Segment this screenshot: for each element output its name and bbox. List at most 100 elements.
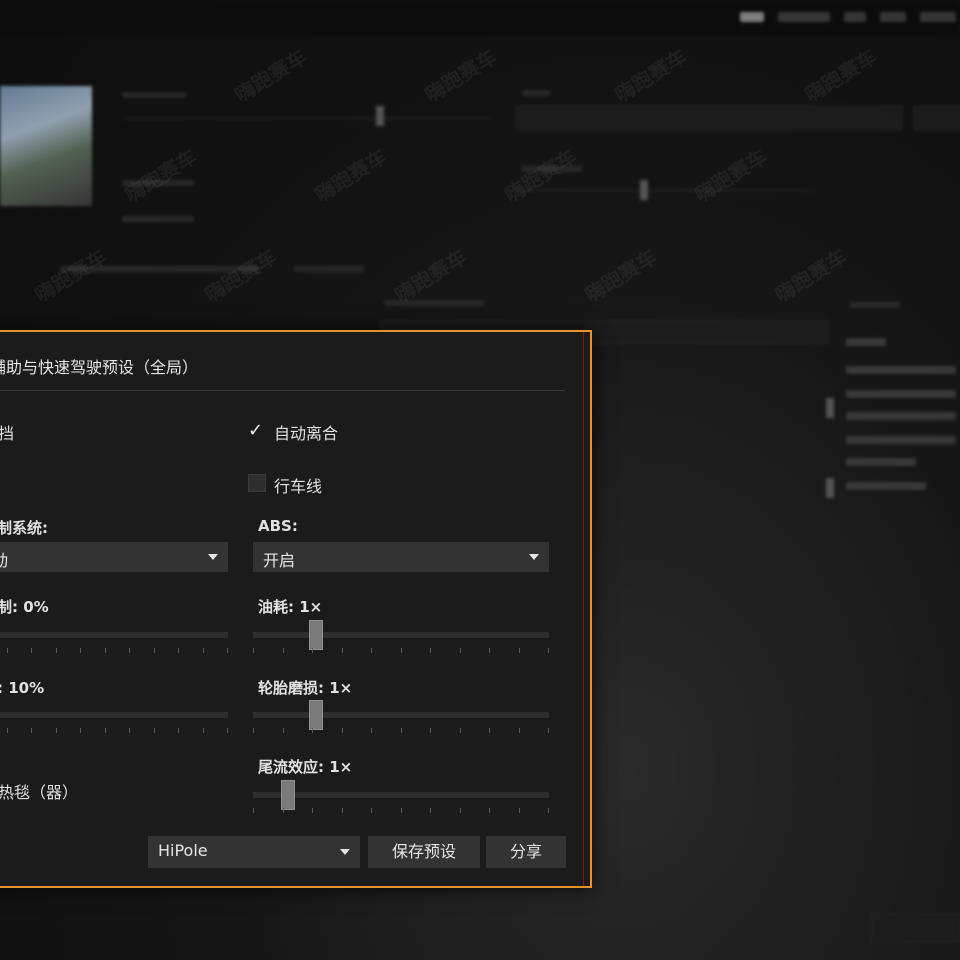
slider-tick bbox=[203, 648, 204, 653]
slider-tick bbox=[548, 808, 549, 813]
background-knob bbox=[640, 180, 648, 200]
damage-slider-track[interactable] bbox=[0, 712, 228, 718]
slider-tick bbox=[489, 808, 490, 813]
background-tab bbox=[920, 12, 956, 22]
background-list-item bbox=[846, 338, 886, 346]
slider-tick bbox=[253, 808, 254, 813]
fuel-slider-track[interactable] bbox=[253, 620, 549, 650]
background-label bbox=[294, 266, 364, 272]
background-divider bbox=[516, 190, 816, 191]
background-topbar bbox=[0, 0, 960, 36]
tyre-blankets-label[interactable]: 胎热毯（器） bbox=[0, 779, 78, 803]
background-knob bbox=[376, 106, 384, 126]
abs-label: ABS: bbox=[258, 517, 298, 535]
dialog-title: 辅助与快速驾驶预设（全局） bbox=[0, 358, 199, 377]
slider-tick bbox=[371, 808, 372, 813]
slider-tick bbox=[253, 648, 254, 653]
slider-tick bbox=[460, 648, 461, 653]
slider-tick bbox=[105, 648, 106, 653]
slider-tick bbox=[129, 728, 130, 733]
dialog-body: 辅助与快速驾驶预设（全局） 换挡 ✓ 自动离合 油 行车线 控制系统: ABS:… bbox=[0, 332, 584, 886]
slider-tick bbox=[253, 728, 254, 733]
slider-tick bbox=[460, 728, 461, 733]
slider-tick bbox=[342, 648, 343, 653]
slider-tick bbox=[519, 808, 520, 813]
slider-tick bbox=[519, 648, 520, 653]
slider-tick bbox=[430, 648, 431, 653]
stability-control-ticks bbox=[0, 648, 228, 656]
slider-tick bbox=[56, 728, 57, 733]
background-label bbox=[122, 216, 194, 222]
save-preset-button[interactable]: 保存预设 bbox=[368, 836, 480, 868]
slider-tick bbox=[80, 648, 81, 653]
slider-tick bbox=[371, 648, 372, 653]
traction-control-select[interactable]: 动 bbox=[0, 542, 228, 572]
screen: 嗨跑赛车 嗨跑赛车 嗨跑赛车 嗨跑赛车 嗨跑赛车 嗨跑赛车 嗨跑赛车 嗨跑赛车 … bbox=[0, 0, 960, 960]
driving-line-checkbox[interactable] bbox=[248, 474, 266, 492]
background-thumbnail bbox=[0, 86, 92, 206]
slider-tick bbox=[548, 648, 549, 653]
auto-clutch-checkmark-icon[interactable]: ✓ bbox=[248, 422, 263, 440]
slider-tick bbox=[371, 728, 372, 733]
slider-tick bbox=[7, 728, 8, 733]
background-field bbox=[870, 914, 960, 942]
slipstream-ticks bbox=[253, 808, 549, 816]
slider-tick bbox=[430, 728, 431, 733]
fuel-ticks bbox=[253, 648, 549, 656]
slider-tick bbox=[227, 728, 228, 733]
slider-tick bbox=[56, 648, 57, 653]
background-label bbox=[122, 180, 194, 186]
background-label bbox=[60, 266, 260, 272]
chevron-down-icon bbox=[529, 554, 539, 560]
slider-tick bbox=[154, 648, 155, 653]
background-list-item bbox=[846, 458, 916, 466]
slider-tick bbox=[283, 648, 284, 653]
slider-tick bbox=[178, 648, 179, 653]
background-tab bbox=[778, 12, 830, 22]
slider-tick bbox=[178, 728, 179, 733]
preset-select[interactable]: HiPole bbox=[148, 836, 360, 868]
background-label bbox=[384, 300, 484, 306]
slider-tick bbox=[342, 808, 343, 813]
slider-tick bbox=[460, 808, 461, 813]
background-scroll-knob bbox=[826, 478, 834, 498]
slider-tick bbox=[283, 728, 284, 733]
slider-tick bbox=[154, 728, 155, 733]
slider-tick bbox=[105, 728, 106, 733]
chevron-down-icon bbox=[340, 849, 350, 855]
tyre-wear-slider-knob[interactable] bbox=[309, 700, 323, 730]
tyre-wear-slider-track[interactable] bbox=[253, 700, 549, 730]
damage-ticks bbox=[0, 728, 228, 736]
background-list-item bbox=[846, 436, 956, 444]
share-button[interactable]: 分享 bbox=[486, 836, 566, 868]
slipstream-slider-knob[interactable] bbox=[281, 780, 295, 810]
background-scroll-knob bbox=[826, 398, 834, 418]
slider-tick bbox=[519, 728, 520, 733]
slider-tick bbox=[401, 728, 402, 733]
auto-clutch-label[interactable]: 自动离合 bbox=[274, 420, 338, 444]
slider-tick bbox=[430, 808, 431, 813]
assist-preset-dialog: 辅助与快速驾驶预设（全局） 换挡 ✓ 自动离合 油 行车线 控制系统: ABS:… bbox=[0, 330, 592, 888]
slider-tick bbox=[489, 648, 490, 653]
background-label bbox=[522, 90, 550, 96]
slider-tick bbox=[203, 728, 204, 733]
fuel-slider-knob[interactable] bbox=[309, 620, 323, 650]
background-label bbox=[850, 302, 900, 308]
background-field bbox=[516, 106, 902, 130]
background-list-item bbox=[846, 366, 956, 374]
slider-tick bbox=[548, 728, 549, 733]
slider-tick bbox=[283, 808, 284, 813]
background-tab bbox=[844, 12, 866, 22]
slipstream-slider-track[interactable] bbox=[253, 780, 549, 810]
stability-control-slider-track[interactable] bbox=[0, 632, 228, 638]
auto-shift-label[interactable]: 换挡 bbox=[0, 420, 14, 444]
slider-tick bbox=[7, 648, 8, 653]
abs-select[interactable]: 开启 bbox=[253, 542, 549, 572]
slider-tick bbox=[401, 808, 402, 813]
driving-line-label[interactable]: 行车线 bbox=[274, 473, 322, 497]
slider-tick bbox=[80, 728, 81, 733]
slider-tick bbox=[227, 648, 228, 653]
damage-label: 坏: 10% bbox=[0, 679, 45, 697]
slider-tick bbox=[401, 648, 402, 653]
traction-control-label: 控制系统: bbox=[0, 519, 48, 537]
